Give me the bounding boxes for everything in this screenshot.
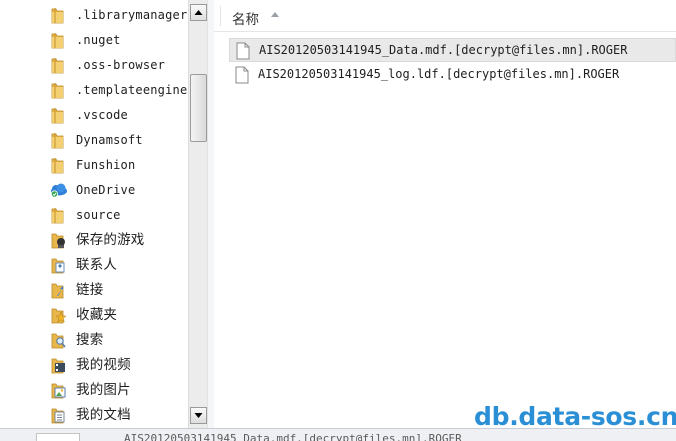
- nav-item-label: 我的图片: [76, 382, 131, 398]
- nav-item-label: Dynamsoft: [76, 133, 143, 147]
- nav-item-label: .templateengine: [76, 83, 188, 97]
- searches-icon: [49, 332, 67, 349]
- arrow-up-icon: [194, 10, 203, 15]
- navigation-pane: .librarymanager .nuget .oss-browser .templa…: [0, 0, 188, 428]
- nav-item[interactable]: Funshion: [0, 154, 188, 176]
- folder-icon: [49, 7, 67, 24]
- sort-ascending-icon: [271, 12, 279, 17]
- arrow-down-icon: [194, 413, 203, 418]
- nav-item[interactable]: 我的图片: [0, 379, 188, 401]
- file-row[interactable]: AIS20120503141945_log.ldf.[decrypt@files…: [229, 63, 676, 87]
- contacts-icon: [49, 257, 67, 274]
- nav-item[interactable]: 保存的游戏: [0, 229, 188, 251]
- folder-icon: [49, 132, 67, 149]
- documents-icon: [49, 407, 67, 424]
- folder-icon: [49, 107, 67, 124]
- nav-item[interactable]: 联系人: [0, 254, 188, 276]
- folder-icon: [49, 57, 67, 74]
- links-icon: [49, 282, 67, 299]
- nav-item-label: .vscode: [76, 108, 128, 122]
- nav-item[interactable]: OneDrive: [0, 179, 188, 201]
- watermark: db.data-sos.cn: [474, 402, 676, 431]
- details-filename: AIS20120503141945_Data.mdf.[decrypt@file…: [124, 432, 462, 441]
- nav-item-label: Funshion: [76, 158, 136, 172]
- folder-icon: [49, 207, 67, 224]
- nav-item[interactable]: 链接: [0, 279, 188, 301]
- nav-item-label: 收藏夹: [76, 307, 118, 323]
- nav-item-label: OneDrive: [76, 183, 136, 197]
- saved-games-icon: [49, 232, 67, 249]
- nav-item-label: .librarymanager: [76, 8, 188, 22]
- nav-item-label: 联系人: [76, 257, 118, 273]
- nav-item[interactable]: 我的视频: [0, 354, 188, 376]
- nav-item[interactable]: .nuget: [0, 29, 188, 51]
- nav-item[interactable]: Dynamsoft: [0, 129, 188, 151]
- column-divider[interactable]: [220, 6, 221, 26]
- nav-item[interactable]: .vscode: [0, 104, 188, 126]
- nav-item-label: 我的文档: [76, 407, 131, 423]
- folder-icon: [49, 32, 67, 49]
- nav-item-label: 我的视频: [76, 357, 131, 373]
- nav-item[interactable]: source: [0, 204, 188, 226]
- scroll-thumb[interactable]: [190, 74, 207, 142]
- folder-icon: [49, 157, 67, 174]
- file-thumbnail: [36, 433, 80, 441]
- scroll-down-button[interactable]: [190, 407, 207, 424]
- nav-item-label: 搜索: [76, 332, 104, 348]
- scroll-up-button[interactable]: [190, 4, 207, 21]
- nav-item[interactable]: .templateengine: [0, 79, 188, 101]
- nav-item-label: .nuget: [76, 33, 121, 47]
- videos-icon: [49, 357, 67, 374]
- navigation-scrollbar[interactable]: [188, 0, 207, 428]
- pane-splitter[interactable]: [207, 0, 214, 428]
- nav-item-label: source: [76, 208, 121, 222]
- nav-item-label: 保存的游戏: [76, 232, 145, 248]
- file-icon: [236, 42, 250, 60]
- file-name: AIS20120503141945_log.ldf.[decrypt@files…: [258, 67, 620, 81]
- folder-icon: [49, 82, 67, 99]
- column-header-row: 名称: [214, 0, 676, 32]
- nav-item[interactable]: .librarymanager: [0, 4, 188, 26]
- nav-item[interactable]: .oss-browser: [0, 54, 188, 76]
- file-name: AIS20120503141945_Data.mdf.[decrypt@file…: [259, 43, 628, 57]
- onedrive-cloud-icon: [49, 182, 67, 199]
- nav-item[interactable]: 搜索: [0, 329, 188, 351]
- file-row[interactable]: AIS20120503141945_Data.mdf.[decrypt@file…: [229, 38, 676, 62]
- file-icon: [235, 66, 249, 84]
- nav-item[interactable]: 收藏夹: [0, 304, 188, 326]
- favorites-icon: [49, 307, 67, 324]
- pictures-icon: [49, 382, 67, 399]
- nav-item[interactable]: 我的文档: [0, 404, 188, 426]
- nav-item-label: .oss-browser: [76, 58, 166, 72]
- nav-item-label: 链接: [76, 282, 104, 298]
- column-header-name[interactable]: 名称: [232, 8, 259, 28]
